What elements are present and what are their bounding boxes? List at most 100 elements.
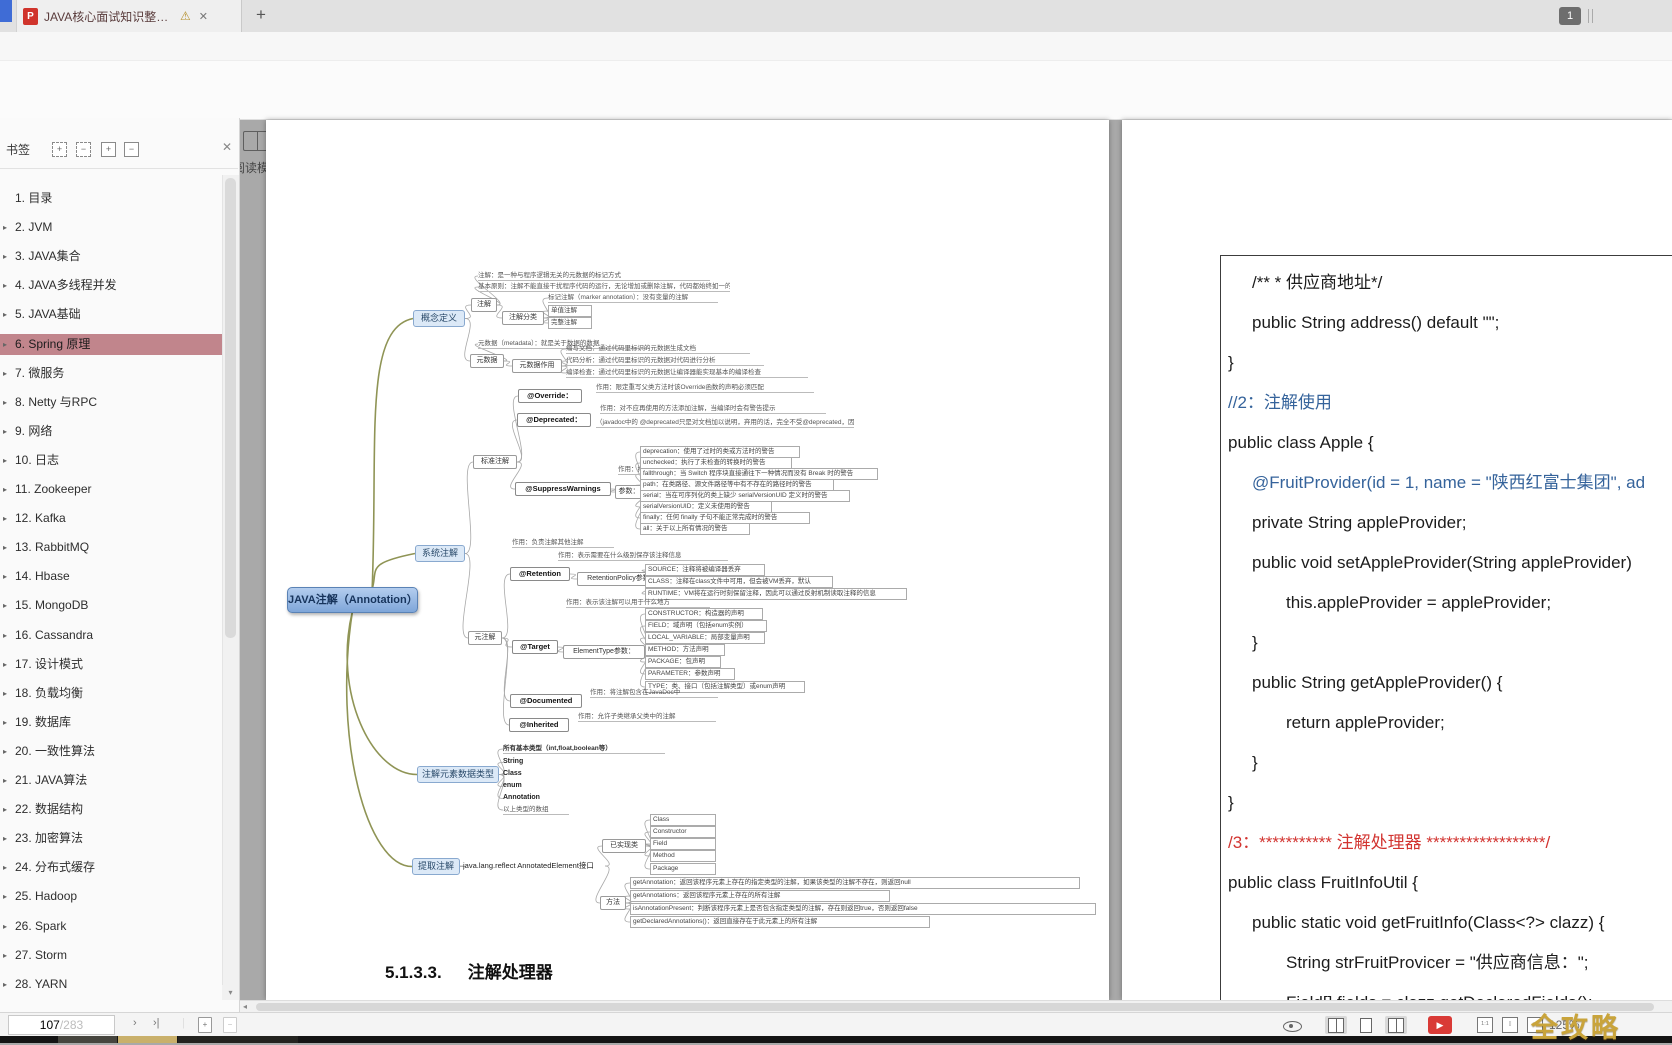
bookmark-label: 6. Spring 原理 bbox=[15, 334, 90, 355]
sidebar-item-3[interactable]: ▸3. JAVA集合 bbox=[0, 246, 222, 267]
mindmap-node-c1: Class bbox=[650, 814, 716, 826]
mindmap-node-rtc: 作用：表示需要在什么级别保存该注释信息 bbox=[558, 551, 728, 561]
expand-arrow-icon[interactable]: ▸ bbox=[3, 683, 7, 704]
sidebar-item-7[interactable]: ▸7. 微服务 bbox=[0, 363, 222, 384]
sidebar-item-28[interactable]: ▸28. YARN bbox=[0, 974, 222, 995]
watermark: 全攻略 bbox=[1531, 1006, 1621, 1045]
status-next-page-button[interactable]: › bbox=[133, 1017, 137, 1029]
sidebar-item-13[interactable]: ▸13. RabbitMQ bbox=[0, 537, 222, 558]
expand-arrow-icon[interactable]: ▸ bbox=[3, 392, 7, 413]
expand-arrow-icon[interactable]: ▸ bbox=[3, 334, 7, 355]
expand-arrow-icon[interactable]: ▸ bbox=[3, 479, 7, 500]
sidebar-item-24[interactable]: ▸ 24. 分布式缓存 bbox=[0, 857, 222, 878]
status-continuous-button[interactable] bbox=[1325, 1016, 1347, 1034]
taskbar-item[interactable] bbox=[178, 1036, 298, 1043]
sidebar-item-21[interactable]: ▸21. JAVA算法 bbox=[0, 770, 222, 791]
status-double-page-button[interactable] bbox=[1385, 1016, 1407, 1034]
expand-arrow-icon[interactable]: ▸ bbox=[3, 916, 7, 937]
expand-arrow-icon[interactable]: ▸ bbox=[3, 828, 7, 849]
sidebar-scroll-down-icon[interactable]: ▾ bbox=[222, 985, 239, 1000]
expand-arrow-icon[interactable]: ▸ bbox=[3, 595, 7, 616]
expand-arrow-icon[interactable]: ▸ bbox=[3, 741, 7, 762]
sidebar-item-15[interactable]: ▸15. MongoDB bbox=[0, 595, 222, 616]
expand-arrow-icon[interactable]: ▸ bbox=[3, 246, 7, 267]
status-last-page-button[interactable]: ›| bbox=[153, 1017, 160, 1029]
expand-arrow-icon[interactable]: ▸ bbox=[3, 508, 7, 529]
status-actual-size-button[interactable]: 1:1 bbox=[1477, 1017, 1493, 1033]
scroll-left-icon[interactable]: ◂ bbox=[243, 1002, 247, 1011]
remove-page-icon[interactable]: − bbox=[223, 1017, 237, 1033]
bookmark-label: 25. Hadoop bbox=[15, 886, 77, 907]
taskbar-item[interactable] bbox=[118, 1036, 177, 1043]
sidebar-item-26[interactable]: ▸26. Spark bbox=[0, 916, 222, 937]
sidebar-item-20[interactable]: ▸20. 一致性算法 bbox=[0, 741, 222, 762]
sidebar-item-10[interactable]: ▸10. 日志 bbox=[0, 450, 222, 471]
sidebar-item-25[interactable]: ▸ 25. Hadoop bbox=[0, 886, 222, 907]
mindmap-node-fl2: 单值注解 bbox=[548, 305, 592, 317]
expand-arrow-icon[interactable]: ▸ bbox=[3, 304, 7, 325]
sidebar-item-18[interactable]: ▸ 18. 负载均衡 bbox=[0, 683, 222, 704]
bookmark-label: 24. 分布式缓存 bbox=[15, 857, 95, 878]
expand-arrow-icon[interactable]: ▸ bbox=[3, 421, 7, 442]
sidebar-item-6[interactable]: ▸ 6. Spring 原理 bbox=[0, 334, 222, 355]
bookmark-label: 18. 负载均衡 bbox=[15, 683, 83, 704]
sidebar-scrollbar[interactable] bbox=[222, 175, 239, 997]
sidebar-item-1[interactable]: 1. 目录 bbox=[0, 188, 222, 209]
expand-arrow-icon[interactable]: ▸ bbox=[3, 770, 7, 791]
bookmark-label: 2. JVM bbox=[15, 217, 52, 238]
expand-arrow-icon[interactable]: ▸ bbox=[3, 275, 7, 296]
expand-arrow-icon[interactable]: ▸ bbox=[3, 537, 7, 558]
sidebar-item-23[interactable]: ▸23. 加密算法 bbox=[0, 828, 222, 849]
sidebar-item-9[interactable]: ▸9. 网络 bbox=[0, 421, 222, 442]
document-page-right: /** * 供应商地址*/public String address() def… bbox=[1122, 120, 1672, 1000]
mindmap-node-e3: LOCAL_VARIABLE：局部变量声明 bbox=[645, 632, 765, 644]
sidebar-item-14[interactable]: ▸14. Hbase bbox=[0, 566, 222, 587]
expand-arrow-icon[interactable]: ▸ bbox=[3, 945, 7, 966]
mindmap-node-d5: Annotation bbox=[503, 793, 555, 804]
expand-arrow-icon[interactable]: ▸ bbox=[3, 857, 7, 878]
status-page-total: /283 bbox=[60, 1018, 83, 1032]
horizontal-scrollbar-thumb[interactable] bbox=[256, 1003, 1654, 1011]
expand-arrow-icon[interactable]: ▸ bbox=[3, 566, 7, 587]
expand-arrow-icon[interactable]: ▸ bbox=[3, 712, 7, 733]
tab-close-icon[interactable]: ✕ bbox=[199, 10, 208, 23]
expand-arrow-icon[interactable]: ▸ bbox=[3, 363, 7, 384]
taskbar-item[interactable] bbox=[1090, 1036, 1220, 1043]
sidebar-item-27[interactable]: ▸27. Storm bbox=[0, 945, 222, 966]
eye-protection-icon[interactable] bbox=[1283, 1021, 1302, 1032]
sidebar-item-8[interactable]: ▸8. Netty 与RPC bbox=[0, 392, 222, 413]
sidebar-item-16[interactable]: ▸16. Cassandra bbox=[0, 625, 222, 646]
toolbar: W PDF转Office ▾ ▲▲ PDF转图片 ▶ 播放 阅读模式 125% … bbox=[0, 60, 1672, 120]
sidebar-item-22[interactable]: ▸22. 数据结构 bbox=[0, 799, 222, 820]
mindmap-node-ihc: 作用：允许子类继承父类中的注解 bbox=[578, 712, 716, 722]
expand-arrow-icon[interactable]: ▸ bbox=[3, 450, 7, 471]
status-page-input[interactable]: 107/283 bbox=[8, 1015, 115, 1035]
sidebar-item-5[interactable]: ▸5. JAVA基础 bbox=[0, 304, 222, 325]
expand-arrow-icon[interactable]: ▸ bbox=[3, 886, 7, 907]
expand-arrow-icon[interactable]: ▸ bbox=[3, 217, 7, 238]
user-badge[interactable]: 1 bbox=[1559, 7, 1581, 25]
sidebar-item-2[interactable]: ▸ 2. JVM bbox=[0, 217, 222, 238]
expand-arrow-icon[interactable]: ▸ bbox=[3, 799, 7, 820]
status-single-page-button[interactable] bbox=[1355, 1016, 1377, 1034]
expand-arrow-icon[interactable]: ▸ bbox=[3, 974, 7, 995]
new-tab-button[interactable]: + bbox=[256, 5, 266, 25]
status-fit-page-button[interactable]: ▯ bbox=[1502, 1017, 1518, 1033]
sidebar-item-4[interactable]: ▸4. JAVA多线程并发 bbox=[0, 275, 222, 296]
code-line: Field[] fields = clazz.getDeclaredFields… bbox=[1286, 992, 1593, 1000]
insert-page-icon[interactable]: + bbox=[198, 1017, 212, 1033]
taskbar-item[interactable] bbox=[58, 1036, 117, 1043]
expand-arrow-icon[interactable]: ▸ bbox=[3, 654, 7, 675]
continuous-icon bbox=[1328, 1018, 1344, 1033]
panel-close-icon[interactable]: ✕ bbox=[222, 140, 232, 154]
horizontal-scrollbar[interactable]: ◂ bbox=[240, 1000, 1672, 1012]
sidebar-item-17[interactable]: ▸17. 设计模式 bbox=[0, 654, 222, 675]
sidebar-item-19[interactable]: ▸19. 数据库 bbox=[0, 712, 222, 733]
sidebar-scrollbar-thumb[interactable] bbox=[225, 178, 236, 638]
code-line: public class Apple { bbox=[1228, 432, 1374, 454]
status-play-button[interactable]: ▶ bbox=[1428, 1016, 1452, 1034]
expand-arrow-icon[interactable]: ▸ bbox=[3, 625, 7, 646]
document-tab[interactable]: P JAVA核心面试知识整理.pdf ⚠ ✕ bbox=[16, 0, 242, 32]
sidebar-item-12[interactable]: ▸12. Kafka bbox=[0, 508, 222, 529]
sidebar-item-11[interactable]: ▸11. Zookeeper bbox=[0, 479, 222, 500]
